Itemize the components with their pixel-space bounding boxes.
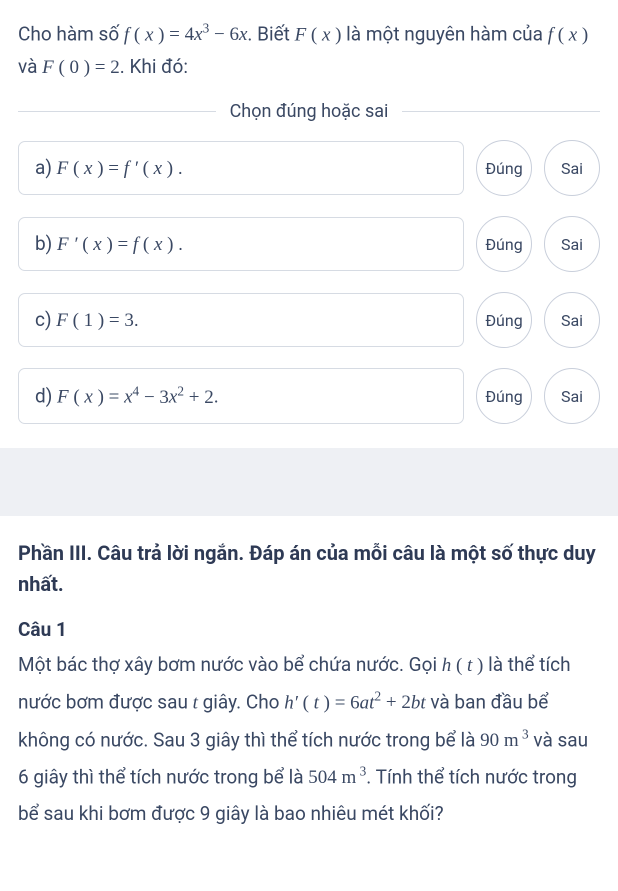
option-c-true-button[interactable]: Đúng [476, 292, 532, 348]
option-d-statement: d) F ( x ) = x4 − 3x2 + 2. [18, 368, 464, 423]
option-a-false-button[interactable]: Sai [544, 140, 600, 196]
question-number: Câu 1 [18, 618, 600, 641]
option-row-a: a) F ( x ) = f ′ ( x ) . Đúng Sai [18, 140, 600, 196]
section-gap [0, 448, 618, 516]
option-b-statement: b) F ′ ( x ) = f ( x ) . [18, 217, 464, 271]
divider-label: Chọn đúng hoặc sai [216, 101, 403, 122]
option-b-true-button[interactable]: Đúng [476, 216, 532, 272]
true-false-question-card: Cho hàm số f ( x ) = 4x3 − 6x. Biết F ( … [0, 0, 618, 448]
question-stem: Cho hàm số f ( x ) = 4x3 − 6x. Biết F ( … [18, 18, 600, 83]
option-d-true-button[interactable]: Đúng [476, 368, 532, 424]
part-3-section: Phần III. Câu trả lời ngắn. Đáp án của m… [0, 516, 618, 856]
option-a-statement: a) F ( x ) = f ′ ( x ) . [18, 141, 464, 195]
options-list: a) F ( x ) = f ′ ( x ) . Đúng Sai b) F ′… [18, 140, 600, 424]
option-a-true-button[interactable]: Đúng [476, 140, 532, 196]
divider-line-left [18, 111, 216, 112]
option-c-false-button[interactable]: Sai [544, 292, 600, 348]
option-row-d: d) F ( x ) = x4 − 3x2 + 2. Đúng Sai [18, 368, 600, 424]
part-3-title: Phần III. Câu trả lời ngắn. Đáp án của m… [18, 538, 600, 600]
option-d-false-button[interactable]: Sai [544, 368, 600, 424]
divider-line-right [402, 111, 600, 112]
option-row-c: c) F ( 1 ) = 3. Đúng Sai [18, 292, 600, 348]
option-c-statement: c) F ( 1 ) = 3. [18, 293, 464, 347]
option-b-false-button[interactable]: Sai [544, 216, 600, 272]
divider-row: Chọn đúng hoặc sai [18, 101, 600, 122]
option-row-b: b) F ′ ( x ) = f ( x ) . Đúng Sai [18, 216, 600, 272]
question-body: Một bác thợ xây bơm nước vào bể chứa nướ… [18, 647, 600, 832]
